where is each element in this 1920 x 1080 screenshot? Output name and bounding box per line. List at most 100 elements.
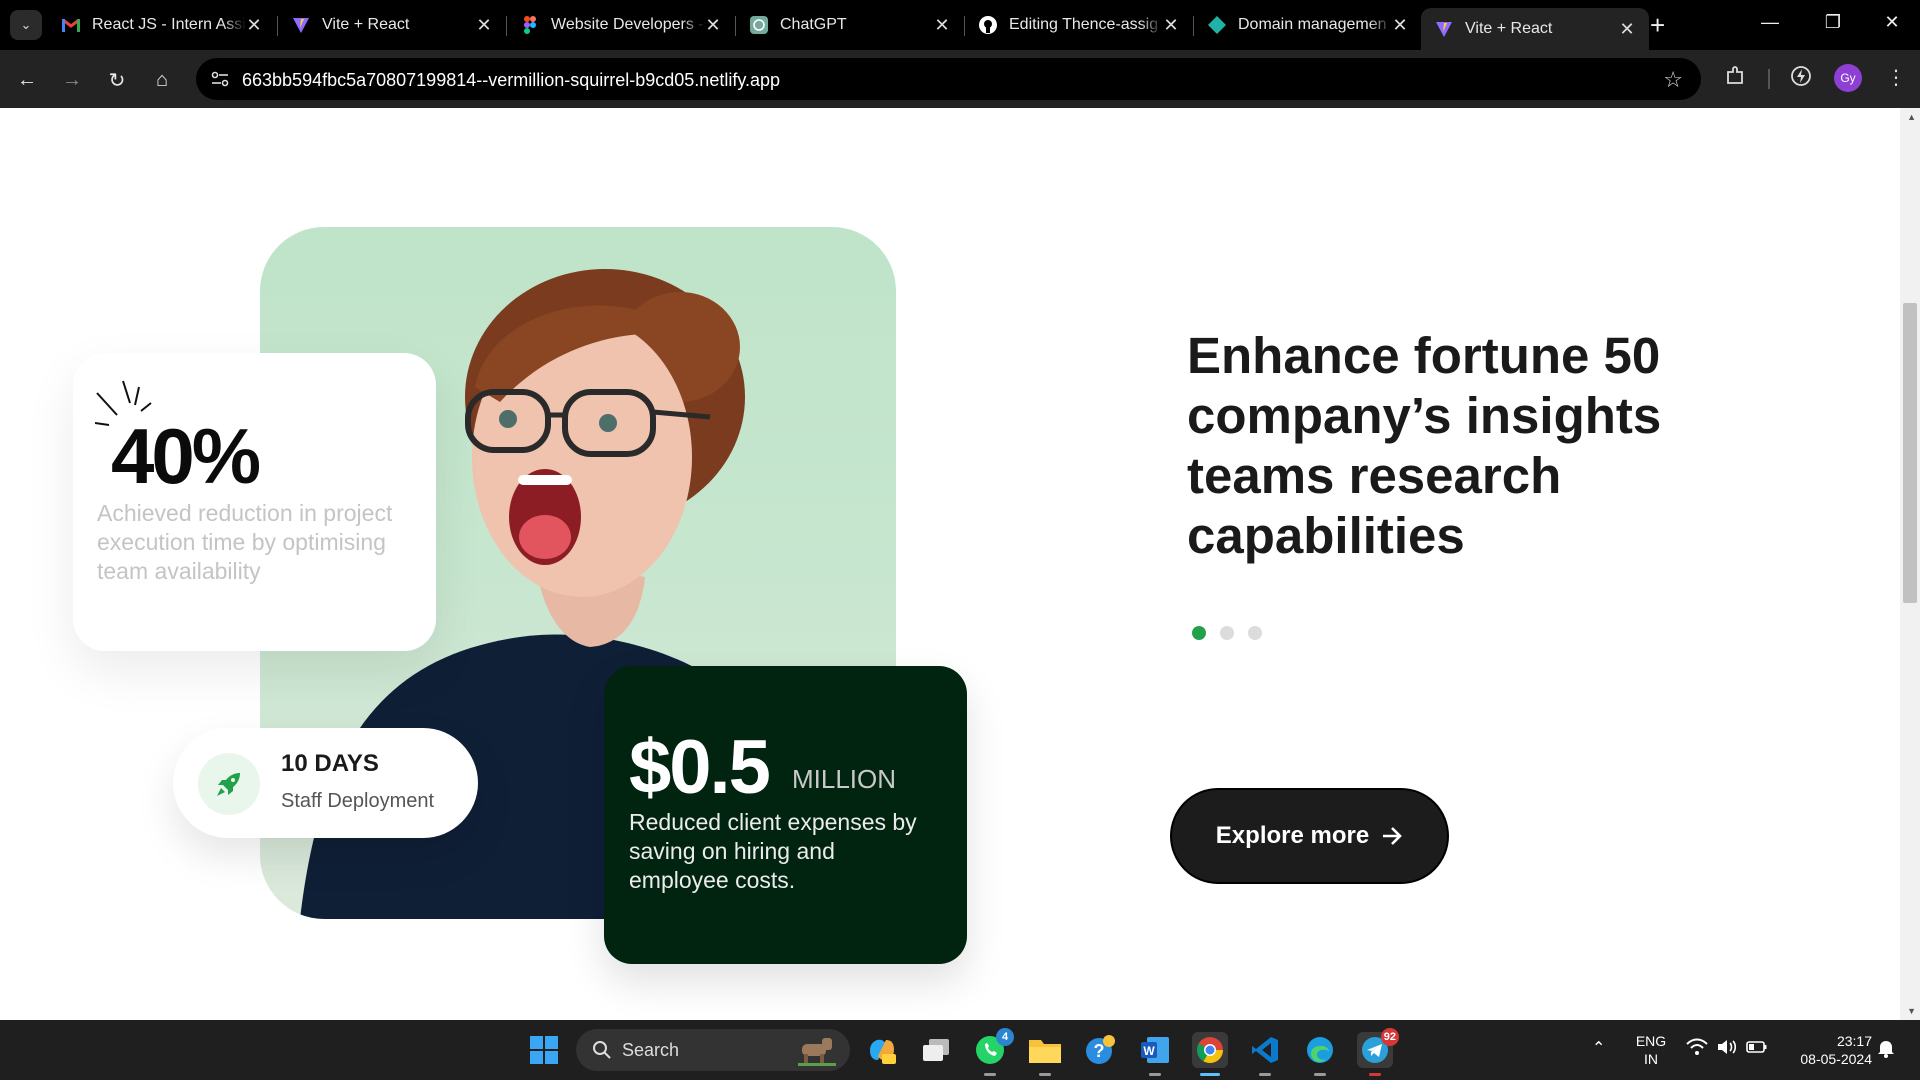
close-icon[interactable]: ✕ [934,15,950,36]
github-icon [979,16,997,34]
url-text[interactable]: 663bb594fbc5a70807199814--vermillion-squ… [242,70,780,91]
new-tab-button[interactable]: + [1650,12,1665,38]
carousel-dot[interactable] [1192,626,1206,640]
running-indicator [1200,1073,1220,1076]
kebab-menu-icon[interactable]: ⋮ [1886,65,1906,90]
arrow-right-icon [1383,827,1403,845]
wifi-icon[interactable] [1686,1038,1708,1060]
copilot-icon[interactable] [864,1032,900,1068]
bookmark-star-icon[interactable]: ☆ [1663,67,1683,93]
money-value: $0.5 [629,725,771,810]
language-code: ENG [1635,1033,1667,1049]
windows-start-icon[interactable] [526,1032,562,1068]
tab-title: Editing Thence-assig [1009,16,1159,33]
tab-vite-react[interactable]: Vite + React ✕ [278,8,506,42]
address-bar[interactable]: 663bb594fbc5a70807199814--vermillion-squ… [196,58,1701,100]
edge-icon[interactable] [1302,1032,1338,1076]
reload-button[interactable]: ↻ [102,65,132,95]
tab-title: Website Developers - [551,16,704,33]
chevron-down-icon: ⌄ [20,17,32,32]
tab-github[interactable]: Editing Thence-assig ✕ [965,8,1193,42]
clock[interactable]: 23:17 08-05-2024 [1784,1032,1872,1068]
performance-icon[interactable] [1790,65,1812,93]
minimize-button[interactable]: — [1755,12,1785,33]
restore-icon: ❐ [1824,12,1842,32]
home-icon: ⌂ [155,68,169,91]
running-indicator [1039,1073,1051,1076]
page-viewport: 40% Achieved reduction in project execut… [0,108,1920,1020]
carousel-dot[interactable] [1220,626,1234,640]
chatgpt-icon [750,16,768,34]
reload-icon: ↻ [108,69,126,92]
home-button[interactable]: ⌂ [147,65,177,95]
svg-text:W: W [1143,1044,1155,1058]
chevron-up-icon: ⌃ [1592,1040,1606,1057]
tab-search-button[interactable]: ⌄ [10,10,42,40]
close-window-button[interactable]: ✕ [1877,12,1907,33]
savings-stat-card: $0.5 MILLION Reduced client expenses by … [604,666,967,964]
tab-gmail[interactable]: React JS - Intern Assi ✕ [48,8,276,42]
money-description: Reduced client expenses by saving on hir… [629,809,917,893]
staff-deployment-card: 10 DAYS Staff Deployment [173,728,478,838]
tab-chatgpt[interactable]: ChatGPT ✕ [736,8,964,42]
region-code: IN [1644,1051,1658,1067]
browser-tab-strip: ⌄ React JS - Intern Assi ✕ Vite + React … [0,0,1920,50]
extensions-icon[interactable] [1724,65,1746,93]
money-unit: MILLION [792,764,897,794]
tab-title: ChatGPT [780,16,847,33]
file-explorer-icon[interactable] [1027,1032,1063,1076]
show-hidden-icons-button[interactable]: ⌃ [1592,1040,1605,1058]
notification-badge: 92 [1380,1028,1399,1046]
search-icon [593,1041,611,1059]
help-icon[interactable]: ? [1082,1032,1118,1068]
scroll-up-icon[interactable]: ▲ [1907,112,1916,122]
scrollbar-thumb[interactable] [1903,303,1917,603]
running-indicator [1314,1073,1326,1076]
tab-title: React JS - Intern Assi [92,16,246,33]
battery-icon[interactable] [1746,1038,1768,1060]
explore-more-label: Explore more [1215,822,1370,849]
telegram-icon[interactable]: 92 [1357,1028,1399,1076]
close-icon[interactable]: ✕ [1163,15,1179,36]
close-icon[interactable]: ✕ [246,15,262,36]
scroll-down-icon[interactable]: ▼ [1907,1006,1916,1016]
forward-button[interactable]: → [57,65,87,95]
site-info-icon[interactable] [210,69,230,89]
carousel-dot[interactable] [1248,626,1262,640]
close-icon[interactable]: ✕ [1392,15,1408,36]
close-icon[interactable]: ✕ [1619,19,1635,40]
vscode-icon[interactable] [1247,1032,1283,1076]
close-icon[interactable]: ✕ [476,15,492,36]
close-icon: ✕ [1884,12,1900,32]
explore-more-button[interactable]: Explore more [1170,788,1449,884]
language-indicator[interactable]: ENG IN [1634,1032,1668,1068]
whatsapp-icon[interactable]: 4 [972,1028,1014,1076]
days-value: 10 DAYS [281,750,379,777]
close-icon[interactable]: ✕ [705,15,721,36]
arrow-left-icon: ← [17,68,37,91]
taskbar-search[interactable]: Search [576,1029,850,1071]
profile-avatar[interactable]: Gy [1834,64,1862,92]
tab-netlify[interactable]: Domain managemen ✕ [1194,8,1422,42]
page-scrollbar[interactable]: ▲ ▼ [1900,108,1920,1020]
notification-badge: 4 [996,1028,1014,1046]
figma-icon [521,16,539,34]
notification-bell-icon[interactable] [1876,1038,1896,1062]
gmail-icon [62,16,80,34]
windows-taskbar: Search 4 ? W 92 ⌃ ENG IN 23:17 08-05-202… [0,1020,1920,1080]
chrome-icon[interactable] [1192,1032,1228,1076]
volume-icon[interactable] [1716,1038,1738,1060]
search-highlight-icon [798,1038,836,1066]
vite-icon [292,16,310,34]
clock-time: 23:17 [1836,1033,1872,1049]
running-indicator [1259,1073,1271,1076]
toolbar-divider [1768,69,1770,89]
restore-button[interactable]: ❐ [1818,12,1848,33]
tab-website-developers[interactable]: Website Developers - ✕ [507,8,735,42]
tab-title: Domain managemen [1238,16,1387,33]
tab-vite-react-active[interactable]: Vite + React ✕ [1421,8,1649,50]
days-label: Staff Deployment [281,790,435,812]
word-icon[interactable]: W [1137,1032,1173,1076]
back-button[interactable]: ← [12,65,42,95]
file-stack-icon[interactable] [918,1032,954,1068]
